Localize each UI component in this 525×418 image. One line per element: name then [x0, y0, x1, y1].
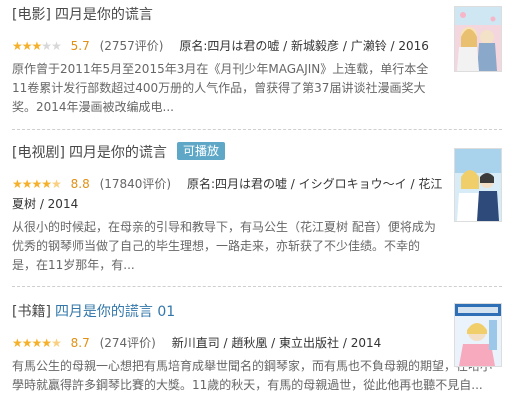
result-title-link[interactable]: 四月是你的谎言: [69, 145, 167, 161]
star-icon: ★: [41, 177, 52, 191]
rating-meta: ★★★★★ 8.8 (17840评价) 原名:四月は君の嘘 / イシグロキョウ〜…: [12, 174, 444, 214]
rating-count: (17840评价): [99, 177, 172, 191]
result-item-book: [书籍] 四月是你的謊言 01 ★★★★★ 8.7 (274评价) 新川直司 / …: [12, 301, 502, 418]
star-icon: ★: [12, 39, 23, 53]
star-icon: ★: [31, 336, 43, 350]
result-title-line: [电视剧] 四月是你的谎言 可播放: [12, 142, 225, 164]
result-description: 从很小的时候起，在母亲的引导和教导下，有马公生（花江夏树 配音）便将成为优秀的钢…: [12, 220, 436, 272]
result-description: 原作曾于2011年5月至2015年3月在《月刊少年MAGAJIN》上连载，单行本…: [12, 62, 429, 114]
cover-image: [455, 149, 501, 221]
rating-meta: ★★★★★ 5.7 (2757评价) 原名:四月は君の嘘 / 新城毅彦 / 广濑…: [12, 36, 444, 56]
half-star-icon: ★: [51, 177, 62, 191]
rating-score: 8.7: [70, 336, 90, 350]
star-icon: ★: [12, 336, 23, 350]
cover-image: [455, 304, 501, 366]
rating-score: 8.8: [70, 177, 90, 191]
star-icon: ★: [31, 39, 43, 53]
star-icon: ★: [41, 336, 52, 350]
result-divider: [12, 286, 502, 287]
category-label: [电视剧]: [12, 145, 65, 161]
result-title-link[interactable]: 四月是你的谎言: [55, 7, 153, 23]
half-star-icon: ★: [51, 336, 62, 350]
category-label: [电影]: [12, 7, 51, 23]
cover-thumbnail[interactable]: [454, 6, 502, 72]
empty-star-icon: ★: [51, 39, 62, 53]
result-title-link[interactable]: 四月是你的謊言 01: [55, 304, 175, 320]
result-item-tv: [电视剧] 四月是你的谎言 可播放 ★★★★★ 8.8 (17840评价) 原名:四…: [12, 142, 502, 272]
rating-stars: ★★★★★: [12, 36, 62, 56]
result-title-line: [电影] 四月是你的谎言: [12, 4, 153, 26]
rating-count: (274评价): [99, 336, 156, 350]
result-subtitle: 新川直司 / 趙秋凰 / 東立出版社 / 2014: [171, 336, 382, 350]
result-subtitle: 原名:四月は君の嘘 / 新城毅彦 / 广濑铃 / 2016: [179, 39, 429, 53]
star-icon: ★: [21, 39, 33, 53]
star-icon: ★: [21, 336, 33, 350]
rating-meta: ★★★★★ 8.7 (274评价) 新川直司 / 趙秋凰 / 東立出版社 / 2…: [12, 333, 444, 353]
cover-thumbnail[interactable]: [454, 148, 502, 222]
star-icon: ★: [12, 177, 23, 191]
rating-stars: ★★★★★: [12, 174, 62, 194]
cover-thumbnail[interactable]: [454, 303, 502, 367]
result-item-movie: [电影] 四月是你的谎言 ★★★★★ 5.7 (2757评价) 原名:四月は君の嘘…: [12, 4, 502, 122]
result-title-line: [书籍] 四月是你的謊言 01: [12, 301, 175, 323]
cover-image: [455, 7, 501, 71]
playable-badge[interactable]: 可播放: [176, 142, 225, 160]
rating-count: (2757评价): [99, 39, 164, 53]
rating-score: 5.7: [70, 39, 90, 53]
star-icon: ★: [21, 177, 33, 191]
category-label: [书籍]: [12, 304, 51, 320]
empty-star-icon: ★: [41, 39, 52, 53]
result-divider: [12, 129, 502, 130]
star-icon: ★: [31, 177, 43, 191]
rating-stars: ★★★★★: [12, 333, 62, 353]
result-description: 有馬公生的母親一心想把有馬培育成舉世聞名的鋼琴家，而有馬也不負母親的期望，在哈小…: [12, 359, 493, 392]
